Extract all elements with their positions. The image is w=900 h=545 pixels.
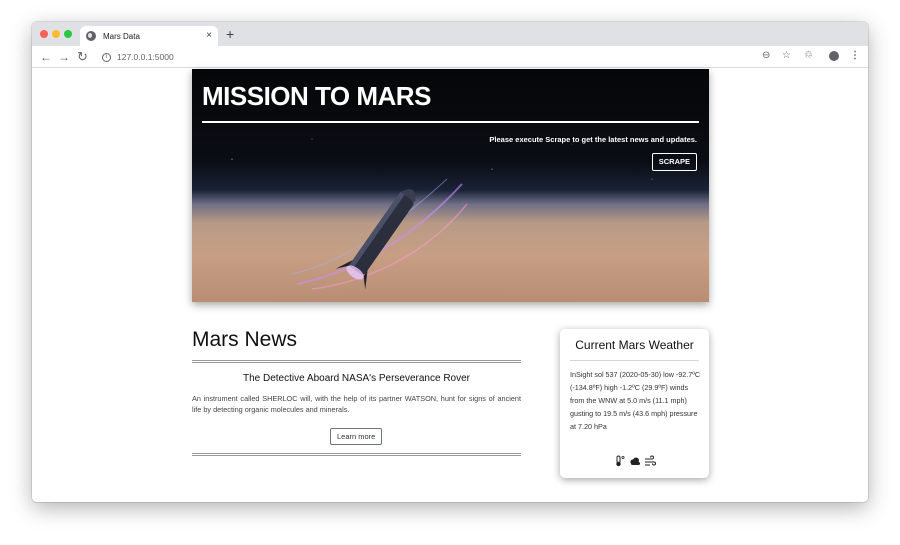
hero-jumbotron: MISSION TO MARS Please execute Scrape to… (192, 69, 709, 302)
page-viewport: MISSION TO MARS Please execute Scrape to… (32, 68, 868, 502)
new-tab-button[interactable]: + (226, 27, 234, 41)
minimize-window-button[interactable] (52, 30, 60, 38)
scrape-button[interactable]: SCRAPE (651, 153, 697, 171)
hero-lead-text: Please execute Scrape to get the latest … (489, 135, 697, 144)
browser-window: Mars Data × + ← → ↻ i 127.0.0.1:5000 ⊖ ☆… (32, 22, 868, 502)
news-article-body: An instrument called SHERLOC will, with … (192, 394, 521, 414)
address-bar[interactable]: i 127.0.0.1:5000 (96, 48, 756, 66)
back-button[interactable]: ← (40, 49, 52, 65)
extension-icon[interactable]: ♲ (804, 50, 813, 62)
wind-icon (644, 455, 656, 466)
page-title: MISSION TO MARS (202, 81, 431, 111)
tab-strip: Mars Data × + (32, 22, 868, 46)
tab-close-button[interactable]: × (206, 31, 212, 41)
info-icon[interactable]: i (102, 52, 111, 62)
news-article-title: The Detective Aboard NASA's Perseverance… (242, 373, 471, 384)
browser-toolbar: ← → ↻ i 127.0.0.1:5000 ⊖ ☆ ♲ ⋮ (32, 46, 868, 68)
browser-menu-icon[interactable]: ⋮ (850, 50, 860, 62)
weather-report: InSight sol 537 (2020-05-30) low -92.7ºC… (570, 370, 701, 431)
starship-illustration (291, 178, 468, 290)
globe-icon (86, 31, 96, 41)
weather-icon-row (560, 455, 709, 467)
close-window-button[interactable] (40, 30, 48, 38)
bookmark-star-icon[interactable]: ☆ (782, 50, 791, 62)
weather-divider (570, 360, 699, 361)
url-text[interactable]: 127.0.0.1:5000 (117, 52, 174, 62)
tab-title: Mars Data (103, 31, 140, 41)
news-divider-bottom (192, 453, 521, 456)
cloud-icon (629, 457, 640, 465)
forward-button[interactable]: → (58, 49, 70, 65)
learn-more-button[interactable]: Learn more (330, 428, 383, 445)
zoom-icon[interactable]: ⊖ (762, 50, 770, 62)
reload-button[interactable]: ↻ (77, 49, 88, 65)
hero-divider (202, 121, 699, 123)
weather-card: Current Mars Weather InSight sol 537 (20… (560, 329, 709, 478)
profile-avatar-icon[interactable] (829, 51, 839, 61)
tab-mars-data[interactable]: Mars Data × (80, 26, 218, 46)
news-heading: Mars News (192, 328, 298, 351)
weather-title: Current Mars Weather (575, 338, 694, 352)
maximize-window-button[interactable] (64, 30, 72, 38)
thermometer-icon (615, 455, 625, 467)
news-divider-top (192, 360, 521, 363)
